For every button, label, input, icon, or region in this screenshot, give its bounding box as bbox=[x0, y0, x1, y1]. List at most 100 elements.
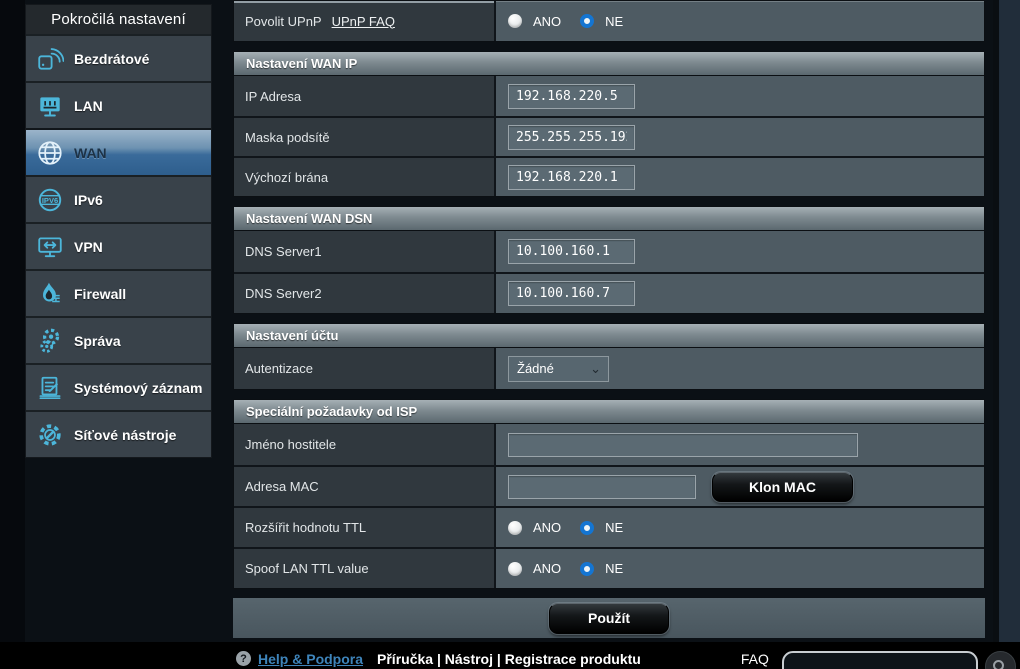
sidebar-item-wireless[interactable]: Bezdrátové bbox=[26, 34, 211, 81]
footer-links: Příručka | Nástroj | Registrace produktu bbox=[377, 651, 641, 667]
apply-strip: Použít bbox=[233, 598, 985, 638]
utility-link[interactable]: Nástroj bbox=[445, 651, 493, 667]
upnp-radio-yes-label: ANO bbox=[533, 14, 561, 29]
default-gateway-input[interactable] bbox=[508, 165, 635, 190]
mac-address-label: Adresa MAC bbox=[234, 467, 496, 506]
mac-address-input[interactable] bbox=[508, 475, 696, 499]
dns-server1-cell bbox=[496, 231, 984, 272]
sidebar-item-system-log[interactable]: Systémový záznam bbox=[26, 363, 211, 410]
faq-search-input[interactable] bbox=[782, 651, 978, 669]
sidebar-item-label: VPN bbox=[74, 239, 103, 255]
search-button[interactable] bbox=[985, 651, 1016, 669]
ttl-spoof-radio-no-label: NE bbox=[605, 561, 623, 576]
table-row: DNS Server1 bbox=[234, 231, 984, 272]
sidebar-header: Pokročilá nastavení bbox=[26, 5, 211, 34]
ttl-spoof-radio-no[interactable] bbox=[580, 562, 594, 576]
upnp-value-cell: ANO NE bbox=[496, 1, 984, 41]
sidebar-item-administration[interactable]: Správa bbox=[26, 316, 211, 363]
separator: | bbox=[497, 651, 501, 667]
syslog-icon bbox=[26, 374, 74, 402]
ttl-spoof-radio-yes-label: ANO bbox=[533, 561, 561, 576]
sidebar-item-label: Firewall bbox=[74, 286, 126, 302]
ttl-extend-radio-yes-label: ANO bbox=[533, 520, 561, 535]
lan-icon bbox=[26, 92, 74, 120]
ttl-spoof-cell: ANO NE bbox=[496, 549, 984, 588]
sidebar-item-label: Bezdrátové bbox=[74, 51, 149, 67]
table-row: Adresa MAC Klon MAC bbox=[234, 465, 984, 506]
sidebar-item-firewall[interactable]: Firewall bbox=[26, 269, 211, 316]
wan-dns-section: Nastavení WAN DSN DNS Server1 DNS Server… bbox=[233, 206, 985, 314]
ipv6-icon: IPV6 bbox=[26, 186, 74, 214]
subnet-mask-input[interactable] bbox=[508, 125, 635, 150]
hostname-label: Jméno hostitele bbox=[234, 424, 496, 465]
table-row: Maska podsítě bbox=[234, 116, 984, 156]
upnp-radio-no-label: NE bbox=[605, 14, 623, 29]
network-tools-icon bbox=[26, 421, 74, 449]
table-row: Spoof LAN TTL value ANO NE bbox=[234, 547, 984, 588]
wan-ip-section: Nastavení WAN IP IP Adresa Maska podsítě… bbox=[233, 51, 985, 197]
ip-address-cell bbox=[496, 76, 984, 116]
sidebar-item-wan[interactable]: WAN bbox=[26, 128, 211, 175]
upnp-label-cell: Povolit UPnP UPnP FAQ bbox=[234, 1, 496, 41]
account-section-title: Nastavení účtu bbox=[234, 324, 984, 348]
wireless-icon bbox=[26, 45, 74, 73]
product-registration-link[interactable]: Registrace produktu bbox=[505, 651, 641, 667]
sidebar-item-vpn[interactable]: VPN bbox=[26, 222, 211, 269]
ttl-extend-radio-no-label: NE bbox=[605, 520, 623, 535]
footer: ? Help & Podpora Příručka | Nástroj | Re… bbox=[0, 642, 1020, 669]
authentication-cell: Žádné ⌄ bbox=[496, 348, 984, 389]
subnet-mask-cell bbox=[496, 118, 984, 156]
dns-server1-label: DNS Server1 bbox=[234, 231, 496, 272]
sidebar-item-ipv6[interactable]: IPV6 IPv6 bbox=[26, 175, 211, 222]
ttl-spoof-label: Spoof LAN TTL value bbox=[234, 549, 496, 588]
upnp-radio-no[interactable] bbox=[580, 14, 594, 28]
ttl-extend-label: Rozšířit hodnotu TTL bbox=[234, 508, 496, 547]
upnp-section: Povolit UPnP UPnP FAQ ANO NE bbox=[233, 0, 985, 42]
ttl-extend-radio-yes[interactable] bbox=[508, 521, 522, 535]
wan-globe-icon bbox=[26, 138, 74, 168]
sidebar-item-label: Správa bbox=[74, 333, 121, 349]
ip-address-label: IP Adresa bbox=[234, 76, 496, 116]
help-question-icon[interactable]: ? bbox=[236, 651, 251, 666]
wan-dns-section-title: Nastavení WAN DSN bbox=[234, 207, 984, 231]
clone-mac-button[interactable]: Klon MAC bbox=[712, 472, 853, 502]
sidebar: Pokročilá nastavení Bezdrátové bbox=[25, 4, 212, 458]
left-gutter bbox=[0, 0, 25, 669]
page: Pokročilá nastavení Bezdrátové bbox=[0, 0, 1020, 669]
hostname-cell bbox=[496, 424, 984, 465]
upnp-radio-yes[interactable] bbox=[508, 14, 522, 28]
ip-address-input[interactable] bbox=[508, 84, 635, 109]
dns-server1-input[interactable] bbox=[508, 239, 635, 264]
upnp-faq-link[interactable]: UPnP FAQ bbox=[332, 14, 395, 29]
isp-section: Speciální požadavky od ISP Jméno hostite… bbox=[233, 399, 985, 589]
table-row: Rozšířit hodnotu TTL ANO NE bbox=[234, 506, 984, 547]
isp-section-title: Speciální požadavky od ISP bbox=[234, 400, 984, 424]
table-row: Autentizace Žádné ⌄ bbox=[234, 348, 984, 389]
sidebar-item-label: Systémový záznam bbox=[74, 380, 202, 396]
firewall-icon bbox=[26, 280, 74, 308]
search-icon bbox=[992, 659, 1008, 669]
manual-link[interactable]: Příručka bbox=[377, 651, 433, 667]
sidebar-item-label: LAN bbox=[74, 98, 103, 114]
right-gutter bbox=[993, 0, 1020, 669]
authentication-selected-option: Žádné bbox=[517, 361, 554, 376]
hostname-input[interactable] bbox=[508, 433, 858, 457]
sidebar-item-lan[interactable]: LAN bbox=[26, 81, 211, 128]
sidebar-item-label: WAN bbox=[74, 145, 107, 161]
dns-server2-cell bbox=[496, 274, 984, 313]
help-support-link[interactable]: Help & Podpora bbox=[258, 651, 363, 667]
table-row: Jméno hostitele bbox=[234, 424, 984, 465]
sidebar-item-label: IPv6 bbox=[74, 192, 103, 208]
ttl-spoof-radio-yes[interactable] bbox=[508, 562, 522, 576]
sidebar-item-network-tools[interactable]: Síťové nástroje bbox=[26, 410, 211, 457]
wan-ip-section-title: Nastavení WAN IP bbox=[234, 52, 984, 76]
ttl-extend-radio-no[interactable] bbox=[580, 521, 594, 535]
authentication-select[interactable]: Žádné ⌄ bbox=[508, 356, 609, 382]
separator: | bbox=[437, 651, 441, 667]
dns-server2-input[interactable] bbox=[508, 281, 635, 306]
default-gateway-label: Výchozí brána bbox=[234, 158, 496, 196]
mac-address-cell: Klon MAC bbox=[496, 467, 984, 506]
account-section: Nastavení účtu Autentizace Žádné ⌄ bbox=[233, 323, 985, 390]
apply-button[interactable]: Použít bbox=[549, 603, 669, 634]
svg-text:IPV6: IPV6 bbox=[42, 195, 58, 204]
